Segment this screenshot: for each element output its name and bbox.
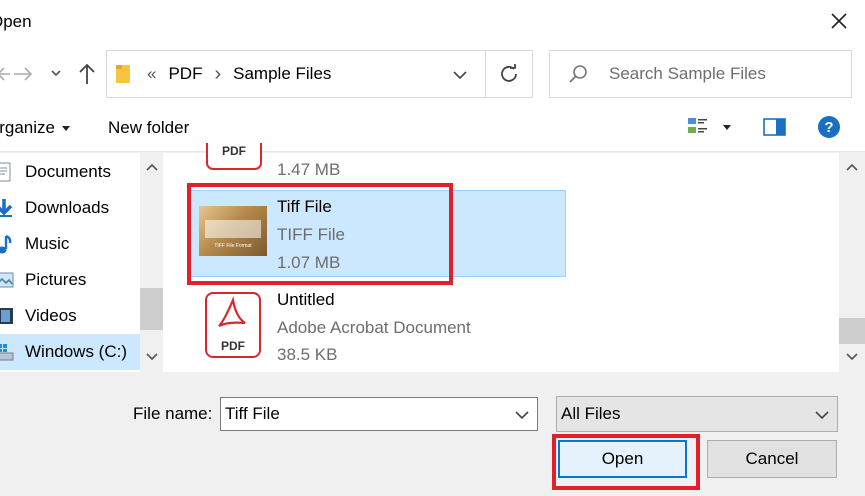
help-glyph: ? bbox=[824, 119, 833, 136]
scroll-up-arrow-icon[interactable] bbox=[146, 163, 158, 171]
highlight-box-file bbox=[187, 183, 453, 285]
up-arrow-icon[interactable] bbox=[77, 62, 97, 86]
file-list-scrollbar[interactable] bbox=[839, 153, 865, 372]
navigation-pane: Documents Downloads Music Pictures Video… bbox=[0, 153, 163, 372]
scroll-down-arrow-icon[interactable] bbox=[146, 353, 158, 361]
pdf-file-icon: PDF bbox=[206, 143, 262, 170]
navigation-pane-scrollbar[interactable] bbox=[140, 153, 163, 372]
preview-pane-icon[interactable] bbox=[763, 116, 787, 138]
file-name-label: File name: bbox=[133, 404, 213, 423]
folder-icon bbox=[116, 65, 130, 83]
sidebar-item-label: Music bbox=[25, 234, 70, 253]
cancel-button[interactable]: Cancel bbox=[707, 440, 837, 478]
scroll-thumb[interactable] bbox=[140, 288, 163, 330]
sidebar-item-videos[interactable]: Videos bbox=[0, 298, 140, 334]
title-bar bbox=[0, 0, 865, 48]
address-dropdown-chevron-icon[interactable] bbox=[453, 70, 467, 80]
highlight-box-open bbox=[552, 434, 700, 490]
sidebar-item-music[interactable]: Music bbox=[0, 226, 140, 262]
view-options-dropdown-icon[interactable] bbox=[722, 124, 732, 132]
file-type-dropdown-chevron-icon bbox=[815, 411, 829, 420]
sidebar-item-label: Documents bbox=[25, 162, 111, 181]
pdf-file-icon: PDF bbox=[205, 292, 261, 358]
new-folder-button[interactable]: New folder bbox=[108, 118, 189, 138]
breadcrumb-pdf[interactable]: PDF bbox=[168, 64, 202, 84]
sidebar-item-label: Windows (C:) bbox=[25, 342, 128, 361]
file-type-value: All Files bbox=[561, 404, 621, 423]
file-name: Untitled bbox=[277, 290, 335, 309]
file-type: Adobe Acrobat Document bbox=[277, 318, 471, 337]
file-name-dropdown-chevron-icon[interactable] bbox=[515, 410, 529, 420]
search-icon bbox=[569, 65, 587, 83]
videos-icon bbox=[0, 308, 13, 324]
window-title: Open bbox=[0, 12, 32, 31]
organize-dropdown-icon bbox=[61, 126, 70, 131]
refresh-button[interactable] bbox=[486, 50, 533, 98]
back-arrow-icon[interactable] bbox=[0, 64, 12, 84]
scroll-thumb[interactable] bbox=[839, 318, 865, 344]
pdf-badge-label: PDF bbox=[221, 339, 245, 353]
search-placeholder: Search Sample Files bbox=[609, 64, 766, 83]
sidebar-item-label: Pictures bbox=[25, 270, 87, 289]
file-name-value: Tiff File bbox=[225, 404, 280, 423]
address-bar[interactable]: « PDF › Sample Files bbox=[106, 50, 486, 98]
help-icon[interactable]: ? bbox=[817, 115, 841, 139]
forward-arrow-icon[interactable] bbox=[12, 64, 34, 84]
scroll-down-arrow-icon[interactable] bbox=[846, 353, 858, 361]
organize-button[interactable]: Organize bbox=[0, 118, 71, 138]
change-view-icon[interactable] bbox=[687, 116, 709, 138]
sidebar-item-label: Videos bbox=[25, 306, 77, 325]
scroll-up-arrow-icon[interactable] bbox=[846, 163, 858, 171]
sidebar-item-pictures[interactable]: Pictures bbox=[0, 262, 140, 298]
pdf-badge-label: PDF bbox=[222, 144, 246, 158]
refresh-icon bbox=[501, 64, 517, 82]
file-name-input[interactable]: Tiff File bbox=[220, 397, 538, 431]
file-type-select[interactable]: All Files bbox=[556, 396, 838, 432]
downloads-icon bbox=[0, 199, 13, 217]
breadcrumb-sample-files[interactable]: Sample Files bbox=[233, 64, 331, 84]
close-icon[interactable] bbox=[827, 9, 851, 33]
file-size: 1.47 MB bbox=[277, 160, 341, 179]
pictures-icon bbox=[0, 272, 14, 288]
sidebar-item-downloads[interactable]: Downloads bbox=[0, 190, 140, 226]
file-size: 38.5 KB bbox=[277, 345, 338, 364]
breadcrumb-separator: › bbox=[214, 62, 222, 85]
music-icon bbox=[0, 234, 12, 254]
search-box[interactable]: Search Sample Files bbox=[549, 50, 852, 98]
breadcrumb-overflow[interactable]: « bbox=[147, 64, 156, 84]
documents-icon bbox=[0, 162, 11, 182]
recent-locations-chevron-icon[interactable] bbox=[50, 68, 62, 78]
sidebar-item-documents[interactable]: Documents bbox=[0, 154, 140, 190]
list-item[interactable]: PDF 1.47 MB bbox=[190, 143, 566, 183]
sidebar-item-label: Downloads bbox=[25, 198, 110, 217]
organize-label: Organize bbox=[0, 118, 55, 137]
sidebar-item-windows-c[interactable]: Windows (C:) bbox=[0, 334, 140, 370]
drive-icon bbox=[0, 344, 14, 361]
